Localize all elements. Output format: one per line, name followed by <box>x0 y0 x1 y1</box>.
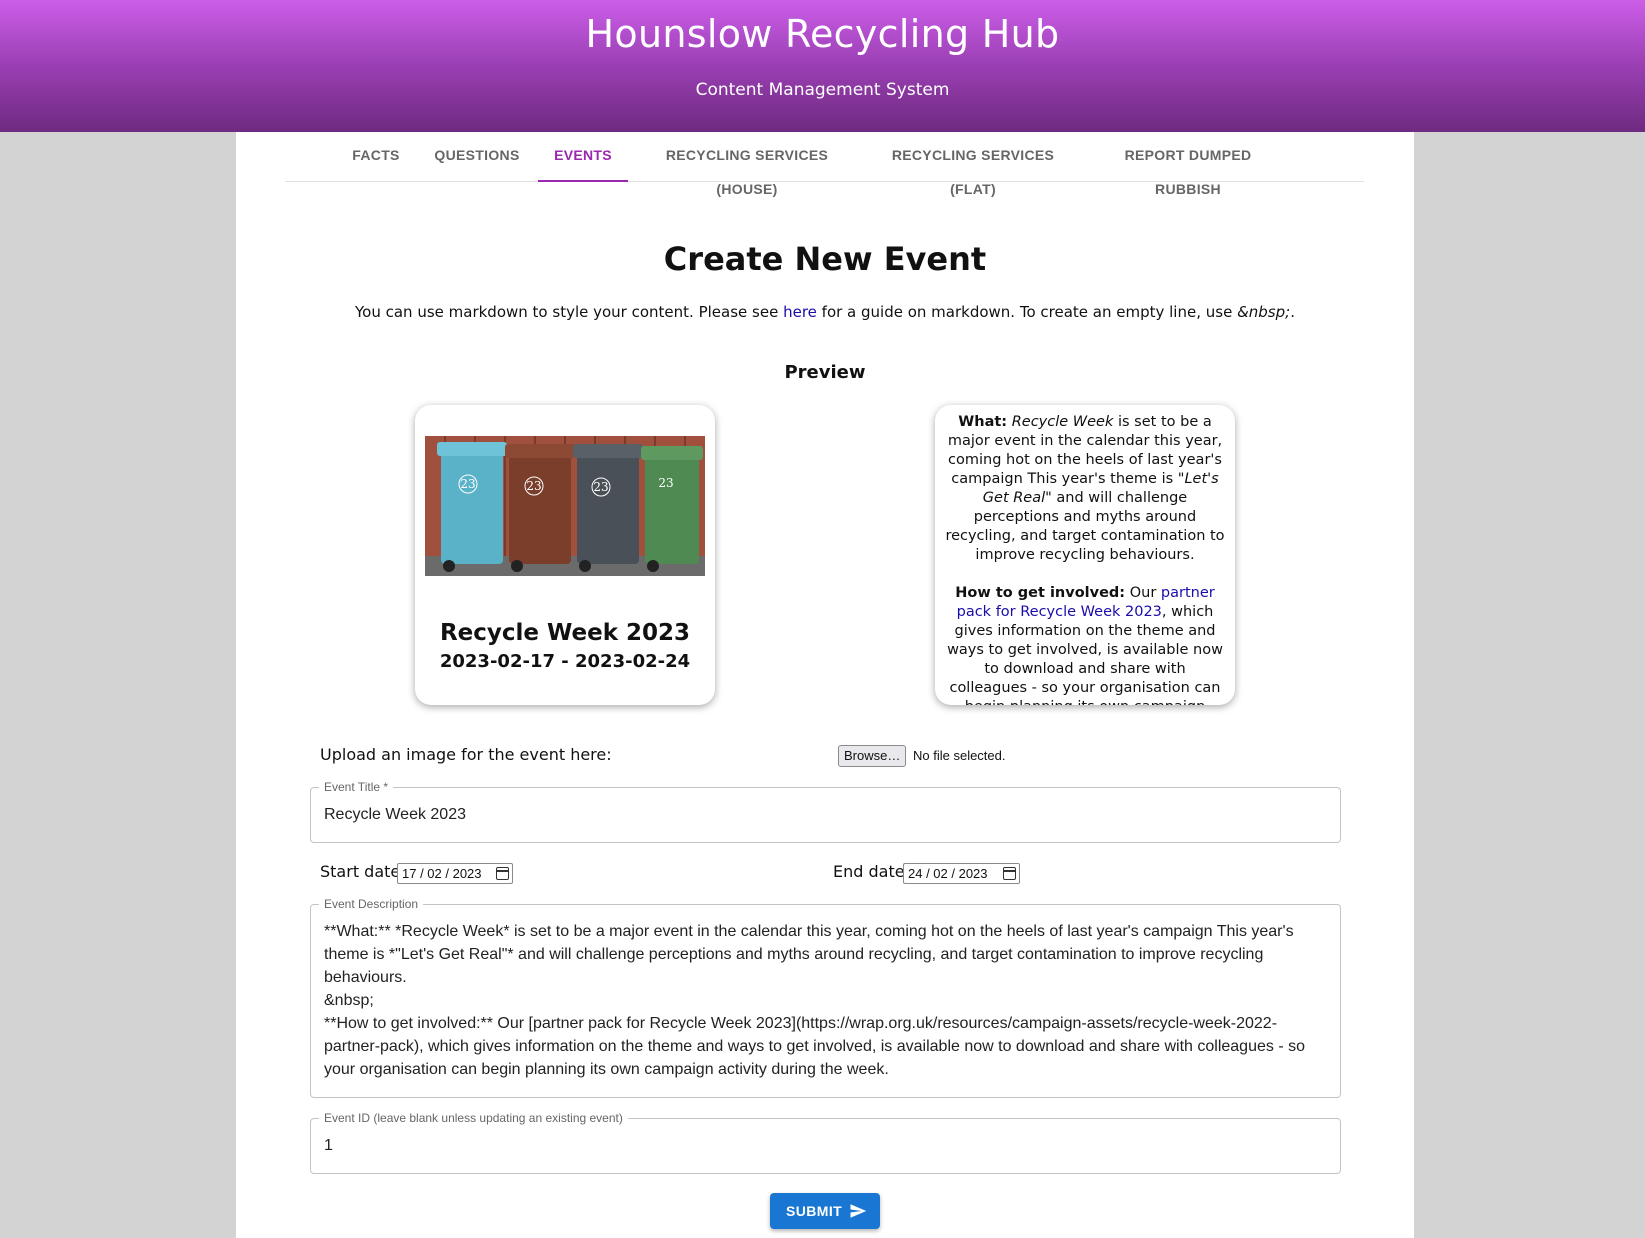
how-text: Our <box>1125 585 1161 601</box>
event-id-label: Event ID (leave blank unless updating an… <box>319 1111 628 1125</box>
preview-card-front: 23 23 23 23 Recycle Week 2023 2023-02-17… <box>415 405 715 705</box>
wheelie-bins-photo: 23 23 23 23 <box>425 436 705 576</box>
app-subtitle: Content Management System <box>695 80 950 100</box>
browse-button[interactable]: Browse… <box>838 745 907 767</box>
start-date-input[interactable]: 17 / 02 / 2023 <box>397 863 513 884</box>
no-file-text: No file selected. <box>913 748 1006 763</box>
event-description-textarea[interactable]: **What:** *Recycle Week* is set to be a … <box>324 920 1326 1081</box>
calendar-icon[interactable] <box>1003 867 1016 880</box>
bin-number: 23 <box>460 477 475 491</box>
nbsp-code: &nbsp; <box>1237 303 1291 321</box>
hint-text: . <box>1290 303 1295 321</box>
page-title: Create New Event <box>663 240 987 278</box>
preview-card-dates: 2023-02-17 - 2023-02-24 <box>439 651 691 672</box>
bin-number: 23 <box>526 479 541 493</box>
what-label: What: <box>958 414 1008 430</box>
hint-text: for a guide on markdown. To create an em… <box>816 303 1238 321</box>
preview-how-paragraph: How to get involved: Our partner pack fo… <box>945 584 1225 705</box>
send-icon <box>850 1204 867 1218</box>
preview-heading: Preview <box>784 362 866 383</box>
event-id-field[interactable]: Event ID (leave blank unless updating an… <box>310 1111 1341 1174</box>
preview-card-title: Recycle Week 2023 <box>439 620 691 646</box>
event-title-label: Event Title * <box>319 780 394 794</box>
markdown-guide-link[interactable]: here <box>783 303 817 321</box>
event-title-field[interactable]: Event Title * Recycle Week 2023 <box>310 780 1341 843</box>
tab-facts[interactable]: Facts <box>341 138 411 182</box>
app-title: Hounslow Recycling Hub <box>585 12 1060 56</box>
tab-recycling-flat[interactable]: Recycling Services (Flat) <box>873 138 1073 197</box>
upload-label: Upload an image for the event here: <box>320 745 612 764</box>
start-date-label: Start date: <box>320 862 406 881</box>
event-description-field[interactable]: Event Description **What:** *Recycle Wee… <box>310 897 1341 1098</box>
end-date-value: 24 / 02 / 2023 <box>908 866 988 881</box>
submit-button[interactable]: SUBMIT <box>770 1193 880 1229</box>
tab-events[interactable]: Events <box>538 138 628 182</box>
nav-tabs: Facts Questions Events Recycling Service… <box>285 138 1364 197</box>
bin-number: 23 <box>593 480 608 494</box>
bin-number: 23 <box>658 476 673 490</box>
tab-report-dumped-rubbish[interactable]: Report Dumped Rubbish <box>1093 138 1283 197</box>
what-emphasis: Recycle Week <box>1011 414 1114 430</box>
start-date-value: 17 / 02 / 2023 <box>402 866 482 881</box>
end-date-label: End date: <box>833 862 910 881</box>
hint-text: You can use markdown to style your conte… <box>355 303 784 321</box>
calendar-icon[interactable] <box>496 867 509 880</box>
event-title-input[interactable]: Recycle Week 2023 <box>324 806 466 824</box>
tab-questions[interactable]: Questions <box>432 138 522 182</box>
event-description-label: Event Description <box>319 897 424 911</box>
tab-recycling-house[interactable]: Recycling Services (House) <box>641 138 853 197</box>
markdown-hint: You can use markdown to style your conte… <box>236 303 1414 321</box>
app-header: Hounslow Recycling Hub Content Managemen… <box>0 0 1645 132</box>
how-label: How to get involved: <box>955 585 1126 601</box>
preview-card-back: What: Recycle Week is set to be a major … <box>935 405 1235 705</box>
end-date-input[interactable]: 24 / 02 / 2023 <box>903 863 1020 884</box>
submit-label: SUBMIT <box>786 1203 843 1219</box>
preview-what-paragraph: What: Recycle Week is set to be a major … <box>945 413 1225 565</box>
event-id-input[interactable]: 1 <box>324 1137 333 1155</box>
